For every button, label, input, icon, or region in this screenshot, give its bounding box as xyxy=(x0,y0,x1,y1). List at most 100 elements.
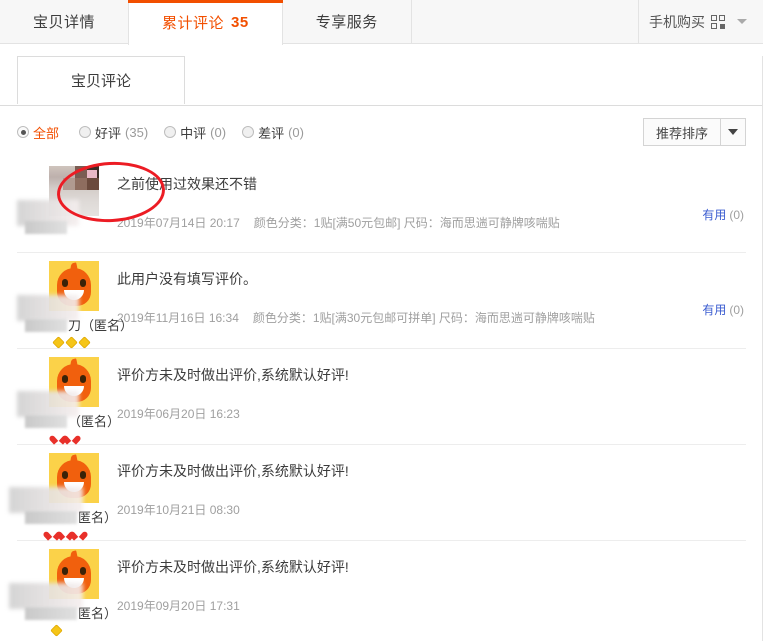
reviews-panel: 宝贝评论 全部 好评 (35) 中评 (0) 差评 xyxy=(0,56,763,641)
review-meta: 2019年10月21日 08:30 xyxy=(117,501,742,518)
filter-label: 全部 xyxy=(33,123,59,142)
review-item: 匿名） 评价方未及时做出评价,系统默认好评! 2019年09月20日 17:31 xyxy=(17,541,746,636)
review-filter-bar: 全部 好评 (35) 中评 (0) 差评 (0) 推荐排序 xyxy=(0,106,762,158)
mascot-eye-icon xyxy=(62,567,68,575)
blurred-username xyxy=(25,607,77,620)
useful-count: (0) xyxy=(729,208,744,222)
radio-icon[interactable] xyxy=(242,126,254,138)
sub-tab-label: 宝贝评论 xyxy=(71,70,131,91)
review-sku: 颜色分类：1贴[满50元包邮] 尺码：海而思遄可静牌咳喘贴 xyxy=(254,214,560,231)
rank-icons xyxy=(23,433,117,444)
review-meta: 2019年07月14日 20:17 颜色分类：1贴[满50元包邮] 尺码：海而思… xyxy=(117,214,742,231)
review-user xyxy=(17,166,117,252)
username: 匿名） xyxy=(23,507,117,526)
rank-icons xyxy=(23,337,117,348)
review-user: 匿名） xyxy=(17,453,117,540)
blurred-username xyxy=(25,415,67,428)
qr-code-icon xyxy=(711,15,725,29)
username xyxy=(23,220,117,235)
useful-action[interactable]: 有用(0) xyxy=(702,301,744,318)
radio-icon[interactable] xyxy=(164,126,176,138)
sort-button[interactable]: 推荐排序 xyxy=(643,118,720,146)
tab-exclusive-service[interactable]: 专享服务 xyxy=(283,0,412,43)
filter-count: (0) xyxy=(210,125,226,140)
review-text: 此用户没有填写评价。 xyxy=(117,269,742,290)
mobile-purchase-button[interactable]: 手机购买 xyxy=(639,0,763,43)
rank-icons xyxy=(23,529,117,540)
radio-icon[interactable] xyxy=(17,126,29,138)
review-text: 评价方未及时做出评价,系统默认好评! xyxy=(117,557,742,578)
heart-icon xyxy=(66,433,76,443)
filter-label: 中评 xyxy=(180,123,206,142)
review-item: 刀（匿名） 此用户没有填写评价。 2019年11月16日 16:34 颜色分类：… xyxy=(17,253,746,349)
tab-cumulative-reviews[interactable]: 累计评论 35 xyxy=(128,0,283,45)
filter-count: (35) xyxy=(125,125,148,140)
diamond-icon xyxy=(52,336,64,348)
review-text: 评价方未及时做出评价,系统默认好评! xyxy=(117,365,742,386)
blurred-username xyxy=(25,511,77,524)
rank-icons xyxy=(23,625,117,636)
useful-action[interactable]: 有用(0) xyxy=(702,206,744,223)
tab-review-count: 35 xyxy=(231,14,249,31)
diamond-icon xyxy=(65,336,77,348)
review-user: 匿名） xyxy=(17,549,117,636)
blurred-username xyxy=(25,319,67,332)
tab-product-detail[interactable]: 宝贝详情 xyxy=(0,0,129,43)
review-text: 之前使用过效果还不错 xyxy=(117,174,742,195)
mascot-eye-icon xyxy=(80,471,86,479)
sub-tab-bar: 宝贝评论 xyxy=(0,56,762,106)
review-meta: 2019年11月16日 16:34 颜色分类：1贴[满30元包邮可拼单] 尺码：… xyxy=(117,309,742,326)
tab-bar-filler xyxy=(412,0,639,43)
useful-link[interactable]: 有用 xyxy=(702,303,726,317)
radio-icon[interactable] xyxy=(79,126,91,138)
mascot-eye-icon xyxy=(62,471,68,479)
sort-dropdown-toggle[interactable] xyxy=(720,118,746,146)
sort-control: 推荐排序 xyxy=(643,118,746,146)
username-text: 刀 xyxy=(68,318,81,333)
sub-tab-product-reviews[interactable]: 宝贝评论 xyxy=(17,56,185,104)
tab-label: 累计评论 xyxy=(162,12,224,33)
review-item: 匿名） 评价方未及时做出评价,系统默认好评! 2019年10月21日 08:30 xyxy=(17,445,746,541)
review-date: 2019年10月21日 08:30 xyxy=(117,501,240,518)
blurred-username xyxy=(25,221,67,234)
review-date: 2019年07月14日 20:17 xyxy=(117,214,240,231)
review-meta: 2019年06月20日 16:23 xyxy=(117,405,742,422)
useful-link[interactable]: 有用 xyxy=(702,208,726,222)
review-user: （匿名） xyxy=(17,357,117,444)
mascot-eye-icon xyxy=(62,279,68,287)
filter-label: 差评 xyxy=(258,123,284,142)
filter-option-all[interactable]: 全部 xyxy=(17,123,63,142)
review-item: 之前使用过效果还不错 2019年07月14日 20:17 颜色分类：1贴[满50… xyxy=(17,158,746,253)
review-date: 2019年11月16日 16:34 xyxy=(117,309,239,326)
anon-label: （匿名） xyxy=(81,318,133,333)
anon-label: 匿名） xyxy=(78,510,117,525)
mascot-eye-icon xyxy=(80,375,86,383)
username: 刀（匿名） xyxy=(23,315,117,334)
review-meta: 2019年09月20日 17:31 xyxy=(117,597,742,614)
review-content: 此用户没有填写评价。 2019年11月16日 16:34 颜色分类：1贴[满30… xyxy=(117,261,746,348)
review-text: 评价方未及时做出评价,系统默认好评! xyxy=(117,461,742,482)
mobile-purchase-label: 手机购买 xyxy=(649,12,705,32)
diamond-icon xyxy=(78,336,90,348)
filter-option-positive[interactable]: 好评 (35) xyxy=(79,123,148,142)
review-date: 2019年06月20日 16:23 xyxy=(117,405,240,422)
username: 匿名） xyxy=(23,603,117,622)
review-content: 之前使用过效果还不错 2019年07月14日 20:17 颜色分类：1贴[满50… xyxy=(117,166,746,252)
chevron-down-icon[interactable] xyxy=(737,19,747,24)
top-tab-bar: 宝贝详情 累计评论 35 专享服务 手机购买 xyxy=(0,0,763,44)
filter-label: 好评 xyxy=(95,123,121,142)
filter-option-neutral[interactable]: 中评 (0) xyxy=(164,123,226,142)
heart-icon xyxy=(73,529,83,539)
filter-count: (0) xyxy=(288,125,304,140)
filter-option-negative[interactable]: 差评 (0) xyxy=(242,123,304,142)
review-sku: 颜色分类：1贴[满30元包邮可拼单] 尺码：海而思遄可静牌咳喘贴 xyxy=(253,309,595,326)
mascot-eye-icon xyxy=(80,279,86,287)
review-list: 之前使用过效果还不错 2019年07月14日 20:17 颜色分类：1贴[满50… xyxy=(0,158,762,636)
review-item: （匿名） 评价方未及时做出评价,系统默认好评! 2019年06月20日 16:2… xyxy=(17,349,746,445)
useful-count: (0) xyxy=(729,303,744,317)
review-date: 2019年09月20日 17:31 xyxy=(117,597,240,614)
tab-label: 专享服务 xyxy=(316,11,378,32)
rating-filter-group: 全部 好评 (35) 中评 (0) 差评 (0) xyxy=(17,123,304,142)
review-user: 刀（匿名） xyxy=(17,261,117,348)
review-content: 评价方未及时做出评价,系统默认好评! 2019年10月21日 08:30 xyxy=(117,453,746,540)
